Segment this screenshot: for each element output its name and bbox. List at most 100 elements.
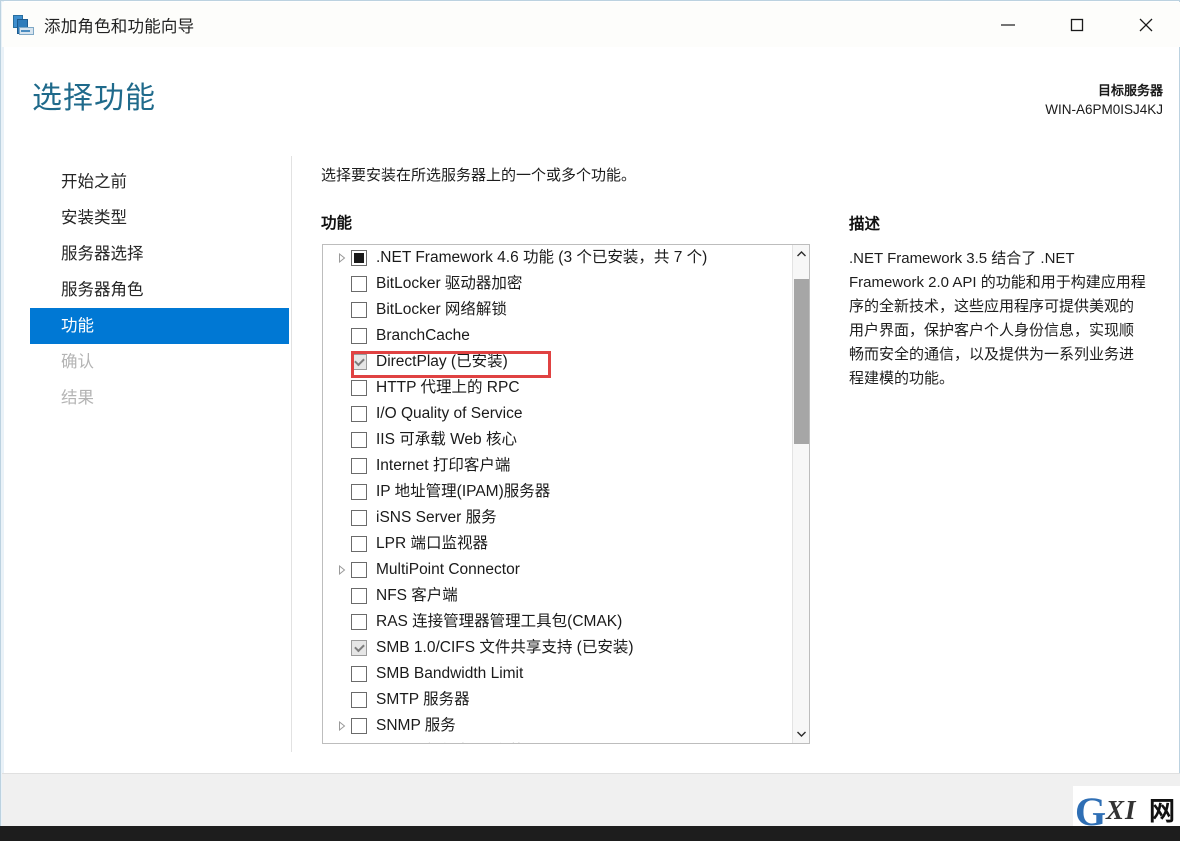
feature-label: SMB 1.0/CIFS 文件共享支持 (已安装) — [376, 639, 634, 656]
feature-checkbox[interactable] — [351, 250, 367, 266]
feature-row[interactable]: SMB Bandwidth Limit — [323, 661, 793, 687]
target-server-block: 目标服务器 WIN-A6PM0ISJ4KJ — [1045, 81, 1163, 119]
sidebar-item-5: 确认 — [61, 353, 94, 371]
feature-checkbox[interactable] — [351, 406, 367, 422]
features-list[interactable]: .NET Framework 4.6 功能 (3 个已安装，共 7 个) BitL… — [323, 245, 793, 743]
feature-row[interactable]: SMTP 服务器 — [323, 687, 793, 713]
feature-label: DirectPlay (已安装) — [376, 353, 508, 370]
feature-checkbox[interactable] — [351, 302, 367, 318]
feature-checkbox[interactable] — [351, 666, 367, 682]
features-listbox[interactable]: .NET Framework 4.6 功能 (3 个已安装，共 7 个) BitL… — [322, 244, 810, 744]
feature-checkbox[interactable] — [351, 640, 367, 656]
sidebar-item-3[interactable]: 服务器角色 — [30, 272, 289, 308]
feature-label: Telnet 客户端 (已安装) — [376, 739, 529, 743]
minimize-button[interactable] — [973, 2, 1042, 47]
feature-row[interactable]: SMB 1.0/CIFS 文件共享支持 (已安装) — [323, 635, 793, 661]
wizard-window: 添加角色和功能向导 选择功能 目标服务器 WIN-A6PM0ISJ4KJ 开始之… — [0, 0, 1180, 841]
maximize-button[interactable] — [1042, 2, 1111, 47]
feature-label: HTTP 代理上的 RPC — [376, 379, 520, 396]
feature-row[interactable]: I/O Quality of Service — [323, 401, 793, 427]
feature-label: BitLocker 网络解锁 — [376, 301, 507, 318]
minimize-icon — [1000, 23, 1015, 26]
expand-triangle-icon[interactable] — [333, 253, 351, 263]
target-server-name: WIN-A6PM0ISJ4KJ — [1045, 102, 1163, 117]
feature-checkbox[interactable] — [351, 718, 367, 734]
scroll-up-button[interactable] — [793, 245, 809, 263]
scroll-down-button[interactable] — [793, 725, 809, 743]
feature-label: IIS 可承载 Web 核心 — [376, 431, 517, 448]
sidebar-item-6: 结果 — [61, 389, 94, 407]
feature-label: MultiPoint Connector — [376, 561, 520, 578]
feature-row[interactable]: BitLocker 网络解锁 — [323, 297, 793, 323]
sidebar-item-2[interactable]: 服务器选择 — [30, 236, 289, 272]
feature-row[interactable]: Telnet 客户端 (已安装) — [323, 739, 793, 743]
feature-row[interactable]: BitLocker 驱动器加密 — [323, 271, 793, 297]
feature-row[interactable]: SNMP 服务 — [323, 713, 793, 739]
feature-checkbox[interactable] — [351, 588, 367, 604]
feature-checkbox[interactable] — [351, 536, 367, 552]
scrollbar-thumb[interactable] — [794, 279, 809, 444]
feature-row[interactable]: .NET Framework 4.6 功能 (3 个已安装，共 7 个) — [323, 245, 793, 271]
chevron-up-icon — [796, 251, 806, 257]
description-title: 描述 — [849, 216, 881, 233]
feature-row[interactable]: IP 地址管理(IPAM)服务器 — [323, 479, 793, 505]
expand-triangle-icon[interactable] — [333, 565, 351, 575]
feature-checkbox[interactable] — [351, 458, 367, 474]
feature-checkbox[interactable] — [351, 510, 367, 526]
expand-triangle-icon[interactable] — [333, 721, 351, 731]
chevron-down-icon — [796, 731, 806, 737]
feature-row[interactable]: Internet 打印客户端 — [323, 453, 793, 479]
feature-checkbox[interactable] — [351, 484, 367, 500]
feature-checkbox[interactable] — [351, 380, 367, 396]
feature-checkbox[interactable] — [351, 432, 367, 448]
page-title: 选择功能 — [32, 82, 156, 115]
feature-label: BitLocker 驱动器加密 — [376, 275, 523, 292]
feature-row[interactable]: iSNS Server 服务 — [323, 505, 793, 531]
feature-label: LPR 端口监视器 — [376, 535, 488, 552]
feature-checkbox[interactable] — [351, 328, 367, 344]
target-server-label: 目标服务器 — [1097, 83, 1163, 98]
features-section-label: 功能 — [321, 215, 353, 232]
screenshot-root: 添加角色和功能向导 选择功能 目标服务器 WIN-A6PM0ISJ4KJ 开始之… — [0, 0, 1180, 841]
feature-row[interactable]: LPR 端口监视器 — [323, 531, 793, 557]
feature-row[interactable]: DirectPlay (已安装) — [323, 349, 793, 375]
watermark-mid: XI — [1106, 795, 1137, 825]
feature-row[interactable]: HTTP 代理上的 RPC — [323, 375, 793, 401]
footer-bar: < 上一步(P) 下一步(N) > 安装(I) 取消 — [2, 774, 1180, 826]
feature-label: iSNS Server 服务 — [376, 509, 497, 526]
feature-label: NFS 客户端 — [376, 587, 458, 604]
feature-row[interactable]: IIS 可承载 Web 核心 — [323, 427, 793, 453]
feature-checkbox[interactable] — [351, 354, 367, 370]
close-icon — [1139, 18, 1152, 31]
title-bar: 添加角色和功能向导 — [2, 2, 1180, 47]
instruction-text: 选择要安装在所选服务器上的一个或多个功能。 — [321, 167, 637, 184]
window-title: 添加角色和功能向导 — [44, 17, 195, 36]
feature-checkbox[interactable] — [351, 692, 367, 708]
features-scrollbar[interactable] — [792, 245, 809, 743]
wizard-server-icon — [13, 14, 35, 36]
watermark-net: 网 — [1149, 796, 1176, 826]
feature-label: BranchCache — [376, 327, 470, 344]
feature-row[interactable]: RAS 连接管理器管理工具包(CMAK) — [323, 609, 793, 635]
window-controls — [973, 2, 1180, 47]
feature-label: SMTP 服务器 — [376, 691, 470, 708]
sidebar-item-1[interactable]: 安装类型 — [30, 200, 289, 236]
sidebar-item-4[interactable]: 功能 — [30, 308, 289, 344]
feature-label: IP 地址管理(IPAM)服务器 — [376, 483, 551, 500]
sidebar-item-0[interactable]: 开始之前 — [30, 164, 289, 200]
feature-row[interactable]: BranchCache — [323, 323, 793, 349]
description-body: .NET Framework 3.5 结合了 .NET Framework 2.… — [849, 250, 1146, 387]
close-button[interactable] — [1111, 2, 1180, 47]
nav-divider — [291, 156, 292, 752]
feature-label: I/O Quality of Service — [376, 405, 523, 422]
feature-row[interactable]: NFS 客户端 — [323, 583, 793, 609]
feature-label: SMB Bandwidth Limit — [376, 665, 524, 682]
wizard-step-nav: 开始之前 安装类型 服务器选择 服务器角色 功能确认结果 — [30, 164, 289, 416]
feature-checkbox[interactable] — [351, 614, 367, 630]
feature-checkbox[interactable] — [351, 562, 367, 578]
feature-checkbox[interactable] — [351, 276, 367, 292]
feature-label: Internet 打印客户端 — [376, 457, 511, 474]
feature-row[interactable]: MultiPoint Connector — [323, 557, 793, 583]
maximize-icon — [1070, 18, 1083, 31]
window-left-edge — [1, 1, 4, 827]
